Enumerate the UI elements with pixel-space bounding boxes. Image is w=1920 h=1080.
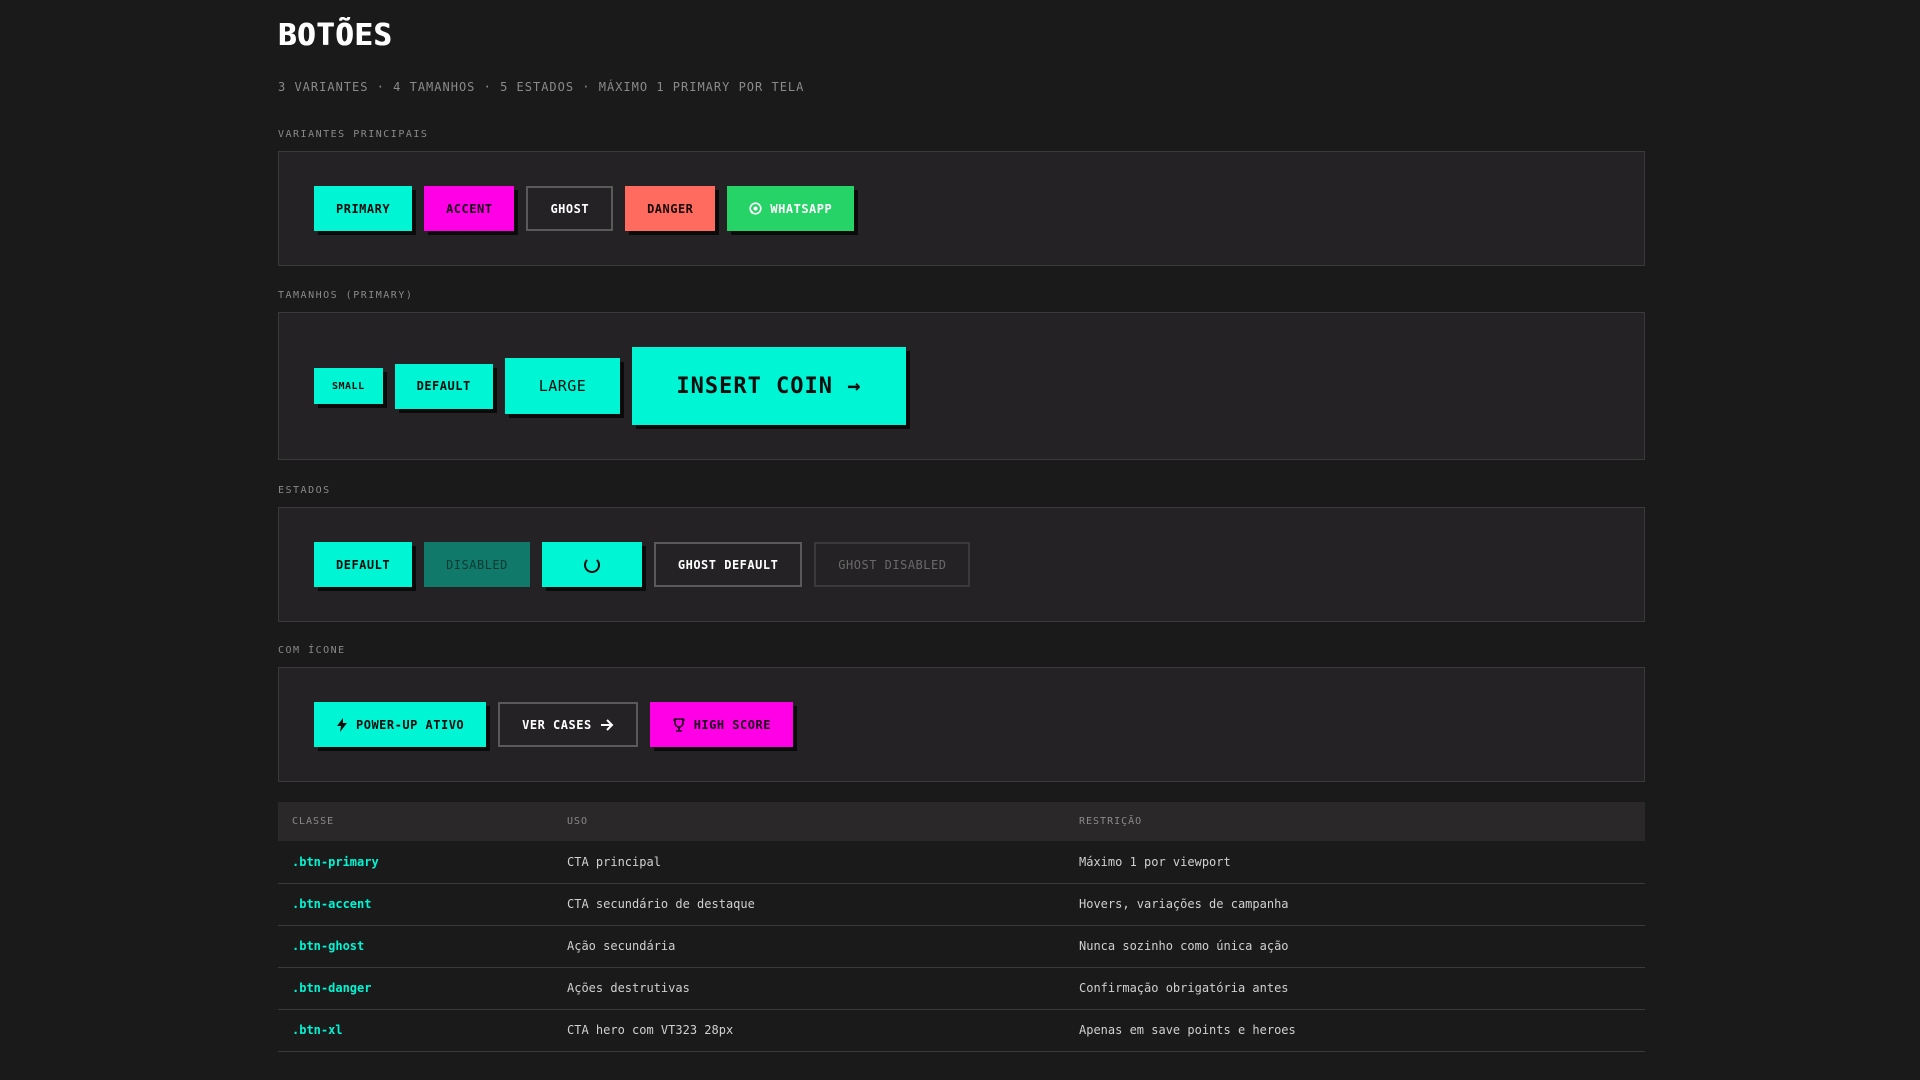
insert-coin-button[interactable]: INSERT COIN →	[632, 347, 906, 425]
variants-panel: PRIMARY ACCENT GHOST DANGER WHATSAPP	[278, 151, 1645, 266]
with-icon-panel: POWER-UP ATIVO VER CASES HIGH SCORE	[278, 667, 1645, 782]
ghost-button[interactable]: GHOST	[526, 186, 614, 231]
primary-button[interactable]: PRIMARY	[314, 186, 413, 231]
table-cell-class: .btn-danger	[292, 981, 372, 995]
table-row: .btn-primary CTA principal Máximo 1 por …	[278, 841, 1645, 883]
table-cell-uso: Ação secundária	[567, 939, 676, 953]
table-cell-restricao: Confirmação obrigatória antes	[1079, 981, 1289, 995]
trophy-icon	[672, 717, 686, 732]
table-row: .btn-xl CTA hero com VT323 28px Apenas e…	[278, 1009, 1645, 1051]
column-header-restricao: RESTRIÇÃO	[1079, 816, 1143, 827]
table-cell-class: .btn-xl	[292, 1023, 343, 1037]
ver-cases-button[interactable]: VER CASES	[498, 702, 638, 747]
page-title: BOTÕES	[278, 18, 393, 53]
danger-button[interactable]: DANGER	[625, 186, 716, 231]
table-cell-class: .btn-primary	[292, 854, 379, 869]
class-table: CLASSE USO RESTRIÇÃO .btn-primary CTA pr…	[278, 802, 1645, 1052]
power-up-label: POWER-UP ATIVO	[356, 717, 465, 732]
table-cell-class: .btn-accent	[292, 897, 372, 911]
lightning-icon	[336, 717, 348, 732]
table-cell-uso: Ações destrutivas	[567, 981, 690, 995]
table-row: .btn-accent CTA secundário de destaque H…	[278, 883, 1645, 925]
state-loading-button[interactable]	[541, 542, 642, 587]
whatsapp-icon	[749, 202, 763, 215]
section-label-with-icon: COM ÍCONE	[278, 645, 346, 656]
ghost-default-button[interactable]: GHOST DEFAULT	[653, 542, 803, 587]
power-up-button[interactable]: POWER-UP ATIVO	[314, 702, 487, 747]
small-button[interactable]: SMALL	[314, 368, 383, 404]
table-cell-restricao: Máximo 1 por viewport	[1079, 854, 1231, 869]
ghost-disabled-button: GHOST DISABLED	[814, 542, 971, 587]
section-label-variants: VARIANTES PRINCIPAIS	[278, 129, 429, 140]
column-header-classe: CLASSE	[292, 816, 335, 827]
states-panel: DEFAULT DISABLED GHOST DEFAULT GHOST DIS…	[278, 507, 1645, 622]
state-default-button[interactable]: DEFAULT	[314, 542, 413, 587]
arrow-right-icon	[600, 718, 614, 731]
high-score-label: HIGH SCORE	[693, 717, 771, 732]
page-subtitle: 3 VARIANTES · 4 TAMANHOS · 5 ESTADOS · M…	[278, 80, 805, 94]
high-score-button[interactable]: HIGH SCORE	[649, 702, 793, 747]
whatsapp-button[interactable]: WHATSAPP	[727, 186, 855, 231]
table-header-row: CLASSE USO RESTRIÇÃO	[278, 802, 1645, 841]
table-cell-restricao: Hovers, variações de campanha	[1079, 897, 1289, 911]
table-cell-restricao: Apenas em save points e heroes	[1079, 1023, 1296, 1037]
table-row: .btn-danger Ações destrutivas Confirmaçã…	[278, 967, 1645, 1009]
state-disabled-button: DISABLED	[424, 542, 530, 587]
accent-button[interactable]: ACCENT	[424, 186, 515, 231]
table-cell-uso: CTA principal	[567, 854, 661, 869]
table-cell-uso: CTA hero com VT323 28px	[567, 1023, 734, 1037]
sizes-panel: SMALL DEFAULT LARGE INSERT COIN →	[278, 312, 1645, 460]
table-cell-restricao: Nunca sozinho como única ação	[1079, 939, 1289, 953]
default-size-button[interactable]: DEFAULT	[394, 363, 493, 409]
ver-cases-label: VER CASES	[522, 717, 592, 732]
spinner-icon	[583, 556, 600, 573]
section-label-states: ESTADOS	[278, 485, 331, 496]
large-button[interactable]: LARGE	[504, 358, 621, 414]
column-header-uso: USO	[567, 816, 589, 827]
table-cell-uso: CTA secundário de destaque	[567, 897, 755, 911]
table-cell-class: .btn-ghost	[292, 939, 365, 953]
table-row: .btn-ghost Ação secundária Nunca sozinho…	[278, 925, 1645, 967]
whatsapp-label: WHATSAPP	[770, 201, 833, 216]
section-label-sizes: TAMANHOS (PRIMARY)	[278, 290, 414, 301]
